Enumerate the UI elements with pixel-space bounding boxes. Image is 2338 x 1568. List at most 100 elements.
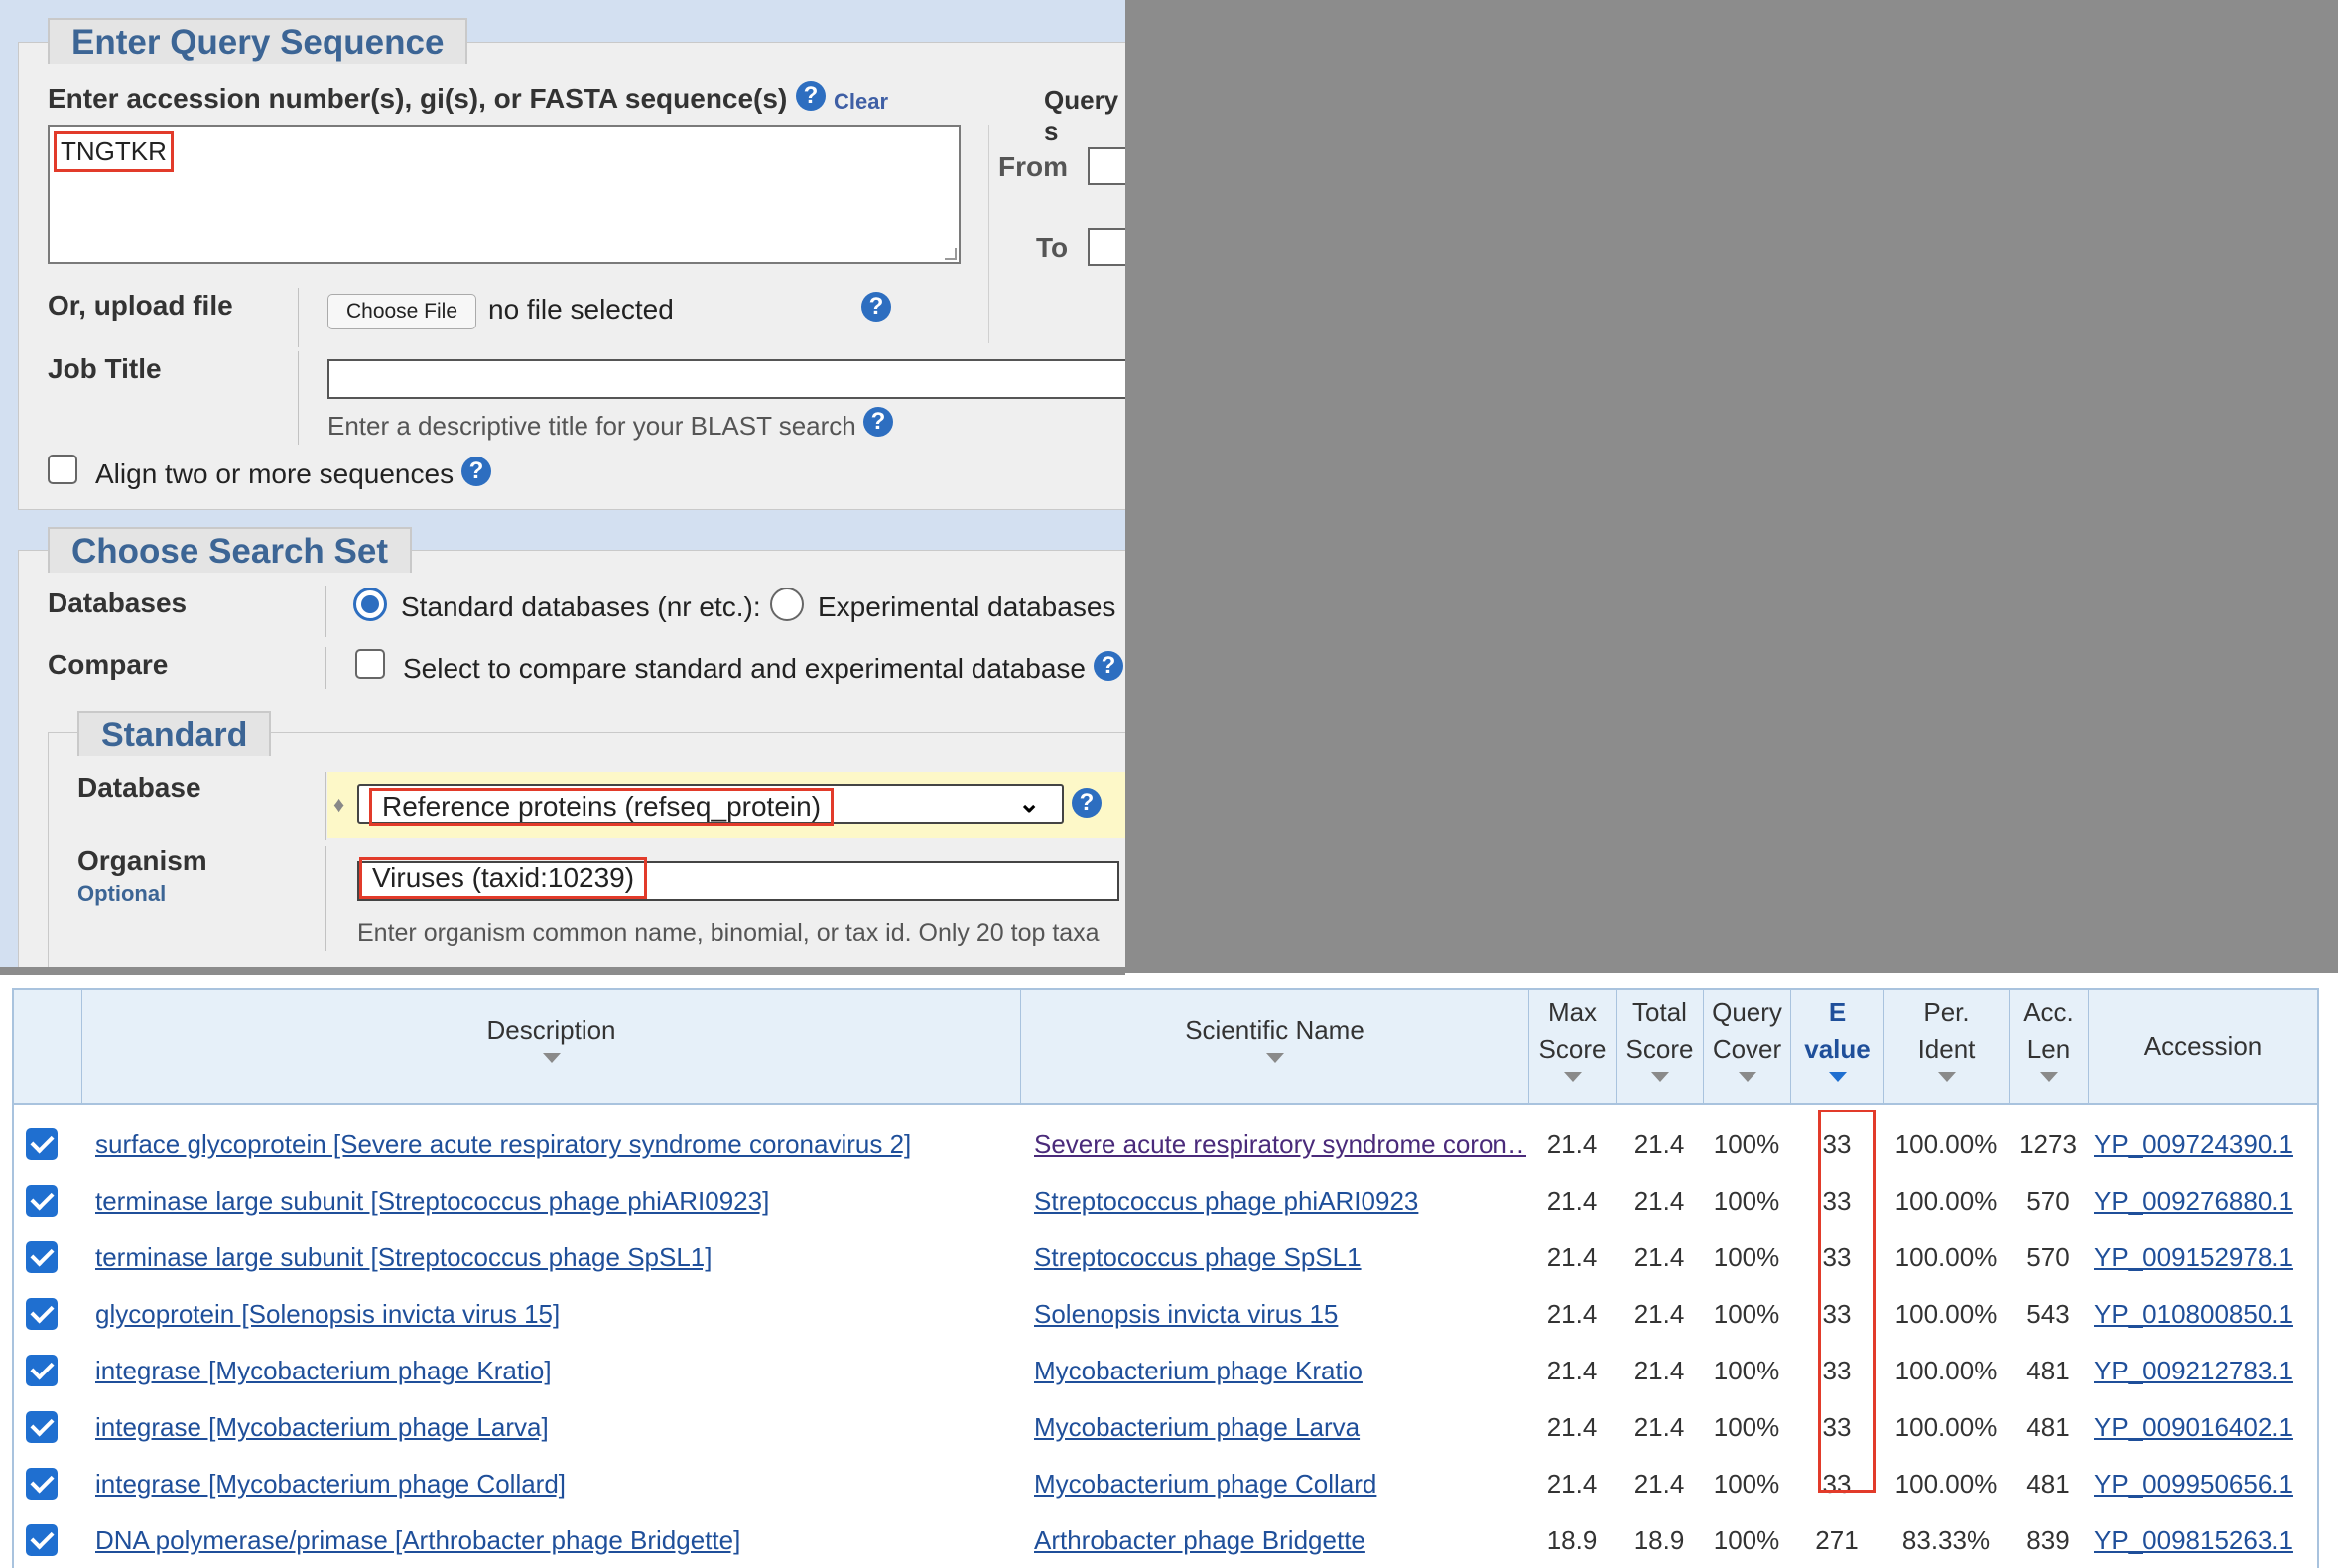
description-link[interactable]: terminase large subunit [Streptococcus p… <box>95 1173 1014 1230</box>
per-ident-cell: 100.00% <box>1894 1299 1998 1329</box>
accession-link[interactable]: YP_009724390.1 <box>2094 1116 2320 1173</box>
job-title-input[interactable] <box>327 359 1125 399</box>
standard-db-radio[interactable] <box>353 588 387 621</box>
total-score-cell: 21.4 <box>1633 1242 1685 1272</box>
select-all-column[interactable] <box>14 990 81 1103</box>
column-e-value-label-2: value <box>1804 1034 1871 1064</box>
column-query-cover[interactable]: Query Cover <box>1703 990 1790 1103</box>
table-header: Description Scientific Name Max Score To… <box>14 990 2317 1105</box>
description-link[interactable]: terminase large subunit [Streptococcus p… <box>95 1230 1014 1286</box>
column-per-ident[interactable]: Per. Ident <box>1883 990 2009 1103</box>
row-checkbox[interactable] <box>26 1298 58 1330</box>
column-scientific-name-label: Scientific Name <box>1185 1015 1364 1045</box>
column-total-score-label-1: Total <box>1632 997 1687 1027</box>
choose-file-button[interactable]: Choose File <box>327 294 476 329</box>
to-input[interactable] <box>1088 228 1125 266</box>
diamond-icon: ♦ <box>333 792 345 817</box>
align-two-checkbox[interactable] <box>48 455 77 484</box>
experimental-db-radio[interactable] <box>770 588 804 621</box>
column-acc-len[interactable]: Acc. Len <box>2009 990 2088 1103</box>
help-icon[interactable]: ? <box>796 81 826 111</box>
table-row: glycoprotein [Solenopsis invicta virus 1… <box>14 1286 2317 1343</box>
column-per-ident-label-2: Ident <box>1917 1034 1976 1064</box>
accession-link[interactable]: YP_009950656.1 <box>2094 1456 2320 1512</box>
divider <box>298 351 299 445</box>
row-checkbox[interactable] <box>26 1185 58 1217</box>
database-label: Database <box>77 772 201 803</box>
total-score-cell: 21.4 <box>1633 1129 1685 1159</box>
row-checkbox[interactable] <box>26 1524 58 1556</box>
scientific-name-link[interactable]: Arthrobacter phage Bridgette <box>1034 1512 1526 1568</box>
compare-checkbox[interactable] <box>355 649 385 679</box>
column-max-score-label-1: Max <box>1547 997 1598 1027</box>
scientific-name-link[interactable]: Streptococcus phage phiARI0923 <box>1034 1173 1526 1230</box>
organism-optional-label: Optional <box>77 881 167 906</box>
scientific-name-link[interactable]: Mycobacterium phage Larva <box>1034 1399 1526 1456</box>
sort-arrow-icon[interactable] <box>1563 1072 1582 1082</box>
description-link[interactable]: glycoprotein [Solenopsis invicta virus 1… <box>95 1286 1014 1343</box>
query-cover-cell: 100% <box>1713 1242 1780 1272</box>
column-acc-len-label-1: Acc. <box>2023 997 2074 1027</box>
scientific-name-link[interactable]: Mycobacterium phage Collard <box>1034 1456 1526 1512</box>
divider <box>298 288 299 347</box>
query-sequence-textarea[interactable]: TNGTKR <box>48 125 961 264</box>
description-link[interactable]: surface glycoprotein [Severe acute respi… <box>95 1116 1014 1173</box>
accession-link[interactable]: YP_009212783.1 <box>2094 1343 2320 1399</box>
scientific-name-link[interactable]: Solenopsis invicta virus 15 <box>1034 1286 1526 1343</box>
accession-link[interactable]: YP_009276880.1 <box>2094 1173 2320 1230</box>
description-link[interactable]: DNA polymerase/primase [Arthrobacter pha… <box>95 1512 1014 1568</box>
row-checkbox[interactable] <box>26 1411 58 1443</box>
description-link[interactable]: integrase [Mycobacterium phage Collard] <box>95 1456 1014 1512</box>
query-cover-cell: 100% <box>1713 1525 1780 1555</box>
column-max-score[interactable]: Max Score <box>1528 990 1616 1103</box>
row-checkbox[interactable] <box>26 1241 58 1273</box>
sort-arrow-icon[interactable] <box>1738 1072 1756 1082</box>
help-icon[interactable]: ? <box>861 292 891 322</box>
row-checkbox[interactable] <box>26 1128 58 1160</box>
description-link[interactable]: integrase [Mycobacterium phage Kratio] <box>95 1343 1014 1399</box>
column-scientific-name[interactable]: Scientific Name <box>1020 990 1528 1103</box>
table-row: integrase [Mycobacterium phage Larva] Myc… <box>14 1399 2317 1456</box>
sort-arrow-icon[interactable] <box>542 1053 561 1063</box>
help-icon[interactable]: ? <box>1072 788 1102 818</box>
row-checkbox[interactable] <box>26 1468 58 1500</box>
divider <box>325 772 326 840</box>
column-e-value[interactable]: E value <box>1790 990 1883 1103</box>
help-icon[interactable]: ? <box>461 457 491 486</box>
table-row: terminase large subunit [Streptococcus p… <box>14 1230 2317 1286</box>
results-table: Description Scientific Name Max Score To… <box>12 988 2319 1568</box>
row-checkbox[interactable] <box>26 1355 58 1386</box>
column-total-score[interactable]: Total Score <box>1616 990 1703 1103</box>
scientific-name-link[interactable]: Mycobacterium phage Kratio <box>1034 1343 1526 1399</box>
scientific-name-link[interactable]: Severe acute respiratory syndrome coron… <box>1034 1116 1526 1173</box>
acc-len-cell: 839 <box>2026 1525 2070 1555</box>
accession-link[interactable]: YP_009815263.1 <box>2094 1512 2320 1568</box>
sort-arrow-icon[interactable] <box>1650 1072 1669 1082</box>
sort-arrow-icon[interactable] <box>1265 1053 1284 1063</box>
column-accession[interactable]: Accession <box>2088 990 2317 1103</box>
column-acc-len-label-2: Len <box>2026 1034 2071 1064</box>
query-cover-cell: 100% <box>1713 1129 1780 1159</box>
help-icon[interactable]: ? <box>1094 651 1123 681</box>
organism-input[interactable]: Viruses (taxid:10239) <box>357 857 1119 901</box>
accession-link[interactable]: YP_010800850.1 <box>2094 1286 2320 1343</box>
query-cover-cell: 100% <box>1713 1186 1780 1216</box>
resize-grip-icon[interactable] <box>945 248 957 260</box>
accession-link[interactable]: YP_009016402.1 <box>2094 1399 2320 1456</box>
help-icon[interactable]: ? <box>863 407 893 437</box>
table-row: surface glycoprotein [Severe acute respi… <box>14 1116 2317 1173</box>
column-per-ident-label-1: Per. <box>1923 997 1970 1027</box>
database-select[interactable]: Reference proteins (refseq_protein) ⌄ <box>357 784 1064 826</box>
column-description[interactable]: Description <box>81 990 1020 1103</box>
accession-link[interactable]: YP_009152978.1 <box>2094 1230 2320 1286</box>
database-select-value: Reference proteins (refseq_protein) <box>369 788 835 826</box>
clear-link[interactable]: Clear <box>834 89 888 115</box>
from-input[interactable] <box>1088 147 1125 185</box>
description-link[interactable]: integrase [Mycobacterium phage Larva] <box>95 1399 1014 1456</box>
sort-arrow-icon[interactable] <box>1828 1072 1847 1082</box>
table-row: integrase [Mycobacterium phage Kratio] My… <box>14 1343 2317 1399</box>
sort-arrow-icon[interactable] <box>1937 1072 1956 1082</box>
sort-arrow-icon[interactable] <box>2039 1072 2058 1082</box>
scientific-name-link[interactable]: Streptococcus phage SpSL1 <box>1034 1230 1526 1286</box>
column-total-score-label-2: Score <box>1625 1034 1694 1064</box>
